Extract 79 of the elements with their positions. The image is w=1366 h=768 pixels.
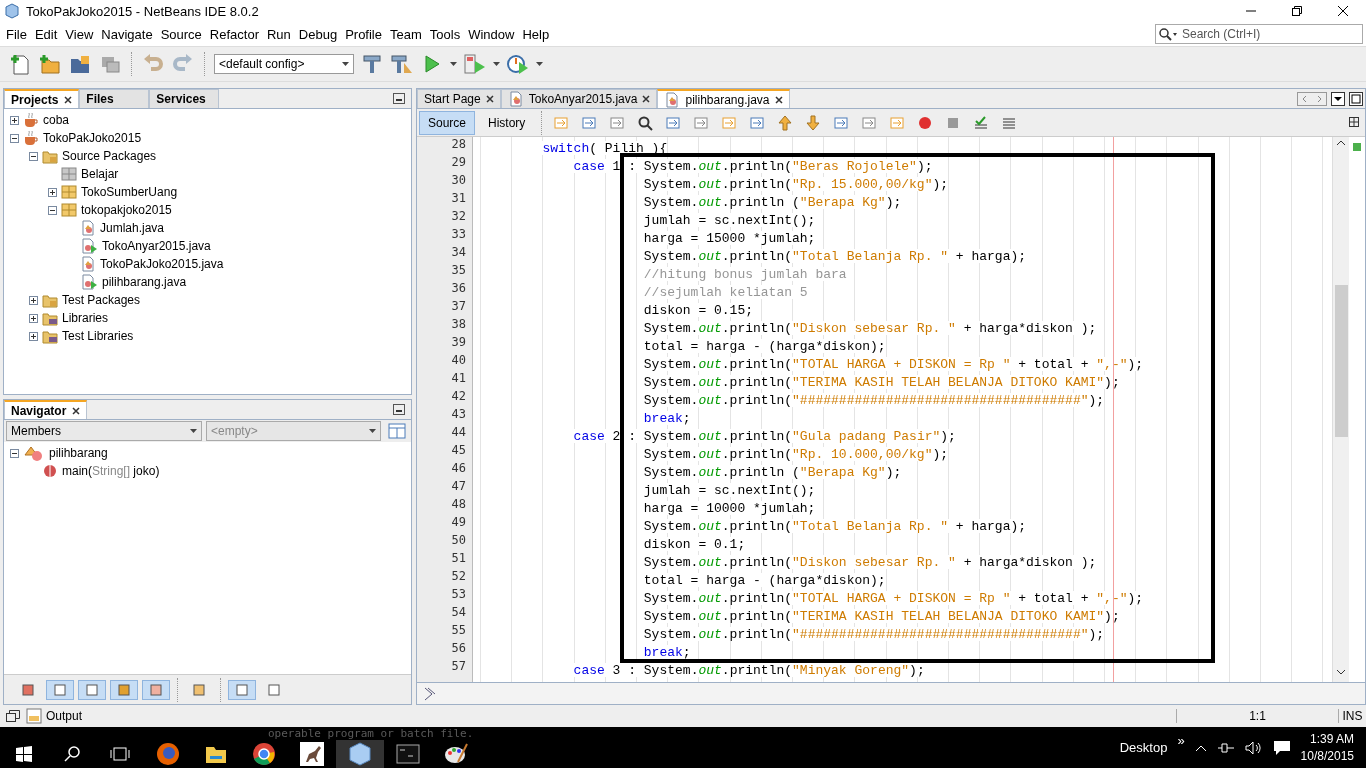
tree-item[interactable]: Jumlah.java bbox=[100, 221, 165, 235]
line-number: 54 bbox=[450, 605, 467, 621]
window-title: TokoPakJoko2015 - NetBeans IDE 8.0.2 bbox=[26, 3, 259, 19]
menu-item[interactable]: Tools bbox=[425, 26, 465, 42]
tree-item[interactable]: TokoSumberUang bbox=[81, 185, 178, 199]
menu-item[interactable]: Help bbox=[518, 26, 554, 42]
ghost-text: operable program or batch file. bbox=[268, 727, 474, 740]
menu-item[interactable]: View bbox=[61, 26, 98, 42]
output-button[interactable]: Output bbox=[26, 708, 83, 724]
panel-tab[interactable]: Services bbox=[149, 89, 220, 108]
line-number: 38 bbox=[450, 317, 467, 333]
tree-item[interactable]: Source Packages bbox=[62, 149, 157, 163]
line-number: 41 bbox=[450, 371, 467, 387]
tree-item[interactable]: pilihbarang bbox=[49, 446, 108, 460]
line-number: 53 bbox=[450, 587, 467, 603]
tree-item[interactable]: TokoPakJoko2015 bbox=[43, 131, 142, 145]
tree-item[interactable]: Test Packages bbox=[62, 293, 141, 307]
tree-item[interactable]: pilihbarang.java bbox=[102, 275, 187, 289]
menu-item[interactable]: Debug bbox=[294, 26, 342, 42]
line-number: 28 bbox=[450, 137, 467, 153]
view-tab[interactable]: Source bbox=[419, 110, 476, 135]
menu-item[interactable]: Navigate bbox=[97, 26, 157, 42]
line-number: 39 bbox=[450, 335, 467, 351]
menu-item[interactable]: Edit bbox=[30, 26, 62, 42]
line-number: 35 bbox=[450, 263, 467, 279]
clock-date[interactable]: 10/8/2015 bbox=[1300, 747, 1354, 765]
menu-item[interactable]: Refactor bbox=[205, 26, 263, 42]
line-number: 46 bbox=[450, 461, 467, 477]
more-toolbars-button[interactable]: » bbox=[1177, 732, 1185, 748]
tree-item[interactable]: TokoAnyar2015.java bbox=[102, 239, 211, 253]
line-number: 52 bbox=[450, 569, 467, 585]
line-number: 30 bbox=[450, 173, 467, 189]
line-number: 56 bbox=[450, 641, 467, 657]
tree-item[interactable]: Belajar bbox=[81, 167, 119, 181]
line-number: 31 bbox=[450, 191, 467, 207]
line-number: 36 bbox=[450, 281, 467, 297]
tree-item[interactable]: Test Libraries bbox=[62, 329, 134, 343]
line-number: 29 bbox=[450, 155, 467, 171]
line-number: 34 bbox=[450, 245, 467, 261]
editor-tab[interactable]: TokoAnyar2015.java bbox=[500, 89, 658, 108]
tree-item[interactable]: TokoPakJoko2015.java bbox=[100, 257, 224, 271]
line-number: 40 bbox=[450, 353, 467, 369]
tree-item[interactable]: tokopakjoko2015 bbox=[81, 203, 172, 217]
line-number: 44 bbox=[450, 425, 467, 441]
line-number: 57 bbox=[450, 659, 467, 675]
caret-position: 1:1 bbox=[1176, 709, 1338, 723]
panel-tab[interactable]: Navigator bbox=[4, 400, 88, 419]
line-number: 50 bbox=[450, 533, 467, 549]
menu-item[interactable]: Profile bbox=[341, 26, 386, 42]
editor-tab[interactable]: pilihbarang.java bbox=[657, 89, 790, 108]
clock-time[interactable]: 1:39 AM bbox=[1309, 730, 1354, 748]
line-number: 37 bbox=[450, 299, 467, 315]
line-number: 51 bbox=[450, 551, 467, 567]
editor-tab[interactable]: Start Page bbox=[417, 89, 501, 108]
tree-item[interactable]: coba bbox=[43, 113, 70, 127]
tree-item[interactable]: Libraries bbox=[62, 311, 109, 325]
line-number: 49 bbox=[450, 515, 467, 531]
search-field[interactable]: Search (Ctrl+I) bbox=[1155, 24, 1363, 44]
desktop-toolbar-label[interactable]: Desktop bbox=[1119, 740, 1168, 755]
method-label[interactable]: main(String[] joko) bbox=[62, 464, 160, 478]
insert-mode: INS bbox=[1338, 709, 1366, 723]
line-number: 48 bbox=[450, 497, 467, 513]
line-number: 33 bbox=[450, 227, 467, 243]
line-number: 42 bbox=[450, 389, 467, 405]
line-number: 43 bbox=[450, 407, 467, 423]
members-dropdown[interactable]: Members bbox=[6, 421, 202, 441]
line-number: 47 bbox=[450, 479, 467, 495]
view-tab[interactable]: History bbox=[479, 110, 535, 135]
panel-tab[interactable]: Projects bbox=[4, 89, 80, 108]
config-dropdown[interactable]: <default config> bbox=[214, 54, 354, 74]
menu-item[interactable]: Window bbox=[464, 26, 519, 42]
panel-tab[interactable]: Files bbox=[79, 89, 150, 108]
line-number: 55 bbox=[450, 623, 467, 639]
menu-item[interactable]: Run bbox=[262, 26, 295, 42]
menu-item[interactable]: Source bbox=[156, 26, 206, 42]
line-number: 32 bbox=[450, 209, 467, 225]
menu-item[interactable]: File bbox=[2, 26, 31, 42]
line-number: 45 bbox=[450, 443, 467, 459]
menu-item[interactable]: Team bbox=[386, 26, 426, 42]
